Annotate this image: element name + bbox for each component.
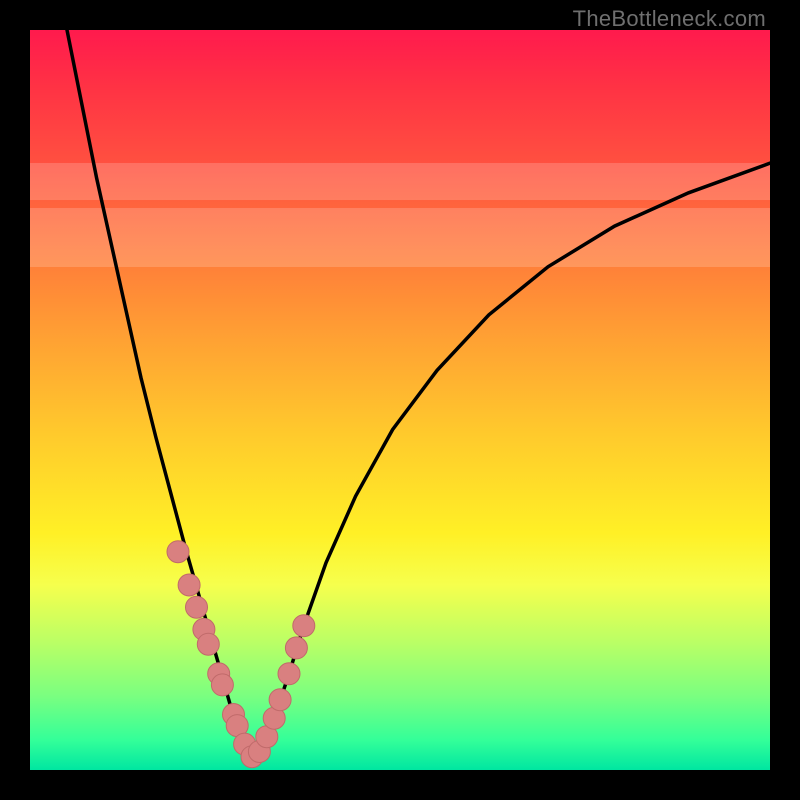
data-marker [293,615,315,637]
data-marker [167,541,189,563]
data-marker [197,633,219,655]
plot-area [30,30,770,770]
data-marker [278,663,300,685]
chart-frame: TheBottleneck.com [0,0,800,800]
data-marker [211,674,233,696]
watermark-text: TheBottleneck.com [573,6,766,32]
curve-overlay [30,30,770,770]
curve-right-branch [252,163,770,759]
data-marker [269,689,291,711]
data-marker [285,637,307,659]
marker-cluster [167,541,315,768]
data-marker [178,574,200,596]
data-marker [186,596,208,618]
curve-left-branch [67,30,252,759]
